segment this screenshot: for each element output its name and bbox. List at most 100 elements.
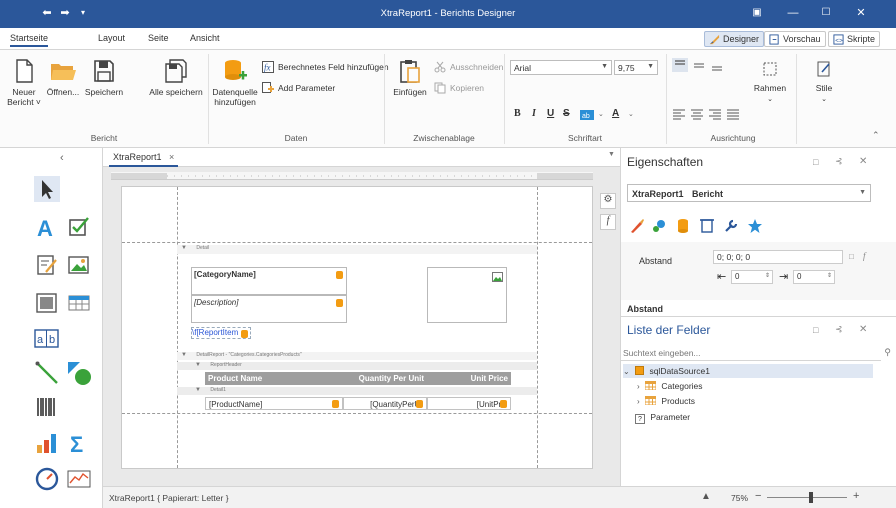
chevron-right-icon[interactable]: ›: [637, 397, 640, 406]
chevron-right-icon[interactable]: ›: [637, 382, 640, 391]
tree-node-datasource[interactable]: ⌄ sqlDataSource1: [623, 364, 873, 378]
align-justify-icon[interactable]: [726, 108, 740, 120]
settings-gear-icon[interactable]: ⚙: [600, 193, 616, 209]
collapse-ribbon-icon[interactable]: ⌃: [872, 130, 880, 141]
band-detail-report[interactable]: ▼ DetailReport - "Categories.CategoriesP…: [177, 352, 537, 360]
save-button[interactable]: Speichern: [84, 58, 124, 97]
vorschau-tab[interactable]: Vorschau: [764, 31, 826, 47]
padding-left-input[interactable]: 0 ⇕: [731, 270, 773, 284]
favorites-star-icon[interactable]: [747, 218, 763, 234]
data-database-icon[interactable]: [675, 218, 691, 234]
fieldlist-search-input[interactable]: Suchtext eingeben... ⚲: [621, 346, 891, 361]
wrench-icon[interactable]: [723, 218, 739, 234]
category-name-field[interactable]: [CategoryName]: [191, 267, 347, 295]
font-family-combo[interactable]: Arial ▼: [510, 60, 612, 75]
picture-box[interactable]: [427, 267, 507, 323]
bold-button[interactable]: B: [514, 108, 521, 119]
summary-tool-icon[interactable]: Σ: [66, 430, 92, 456]
italic-button[interactable]: I: [532, 108, 536, 119]
padding-right-input[interactable]: 0 ⇕: [793, 270, 835, 284]
table-header-cell[interactable]: Quantity Per Unit: [343, 372, 427, 385]
borders-button[interactable]: Rahmen ⌄: [752, 58, 788, 105]
close-panel-icon[interactable]: ✕: [859, 324, 867, 335]
band-report-header[interactable]: ▼ ReportHeader: [177, 362, 537, 370]
behavior-gears-icon[interactable]: [651, 218, 667, 234]
line-tool-icon[interactable]: [34, 360, 60, 386]
tree-node-products[interactable]: › Products: [637, 394, 695, 408]
styles-button[interactable]: Stile ⌄: [806, 58, 842, 105]
designer-tab[interactable]: Designer: [704, 31, 765, 47]
tab-layout[interactable]: Layout: [98, 33, 125, 43]
save-all-button[interactable]: Alle speichern: [148, 58, 204, 97]
layout-icon[interactable]: [699, 218, 715, 234]
new-report-button[interactable]: Neuer Bericht ˅: [6, 58, 42, 107]
collapse-toolbox-icon[interactable]: ‹: [60, 152, 64, 164]
float-panel-icon[interactable]: □: [813, 325, 818, 335]
font-color-button[interactable]: A: [612, 108, 619, 119]
strikethrough-button[interactable]: S: [563, 108, 570, 119]
skripte-tab[interactable]: <> Skripte: [828, 31, 881, 47]
expression-icon[interactable]: f: [863, 251, 866, 261]
table-header-cell[interactable]: Product Name: [205, 372, 343, 385]
notification-bell-icon[interactable]: ▲: [701, 491, 711, 502]
band-detail1[interactable]: ▼ Detail1: [177, 387, 537, 395]
zoom-in-button[interactable]: +: [853, 490, 859, 502]
gauge-tool-icon[interactable]: [34, 466, 60, 492]
align-middle-icon[interactable]: [692, 58, 706, 72]
object-selector[interactable]: XtraReport1 Bericht ▼: [627, 184, 871, 202]
search-icon[interactable]: ⚲: [884, 347, 891, 358]
add-parameter-button[interactable]: Add Parameter: [262, 81, 335, 95]
close-tab-icon[interactable]: ×: [169, 152, 174, 162]
abstand-input[interactable]: 0; 0; 0; 0: [713, 250, 843, 264]
underline-button[interactable]: U: [547, 108, 554, 119]
pin-panel-icon[interactable]: ⊰: [835, 324, 843, 335]
pointer-tool-icon[interactable]: [34, 176, 60, 202]
chevron-down-icon[interactable]: ⌄: [598, 110, 604, 118]
band-detail[interactable]: ▼ Detail: [177, 245, 537, 254]
report-page[interactable]: ▼ Detail [CategoryName] [Description] \f…: [121, 186, 593, 469]
reset-square-icon[interactable]: □: [849, 252, 854, 261]
chevron-down-icon[interactable]: ⌄: [628, 110, 634, 118]
add-datasource-button[interactable]: Datenquelle hinzufügen: [212, 58, 258, 107]
align-top-icon[interactable]: [672, 58, 688, 72]
appearance-brush-icon[interactable]: [629, 218, 645, 234]
table-data-cell[interactable]: [ProductName]: [205, 397, 343, 410]
character-comb-tool-icon[interactable]: ab: [34, 326, 60, 352]
highlight-color-icon[interactable]: ab: [580, 110, 594, 120]
float-panel-icon[interactable]: □: [813, 157, 818, 167]
align-bottom-icon[interactable]: [710, 58, 724, 72]
shape-tool-icon[interactable]: [66, 360, 92, 386]
align-left-icon[interactable]: [672, 108, 686, 120]
checkbox-tool-icon[interactable]: [66, 214, 92, 240]
add-calculated-field-button[interactable]: fx Berechnetes Feld hinzufügen: [262, 60, 389, 74]
picture-tool-icon[interactable]: [66, 252, 92, 278]
document-tab[interactable]: XtraReport1 ×: [109, 152, 179, 167]
chart-tool-icon[interactable]: [34, 430, 60, 456]
pin-panel-icon[interactable]: ⊰: [835, 156, 843, 167]
tree-node-categories[interactable]: › Categories: [637, 379, 703, 393]
tab-list-dropdown-icon[interactable]: ▼: [608, 151, 615, 158]
richtext-tool-icon[interactable]: [34, 252, 60, 278]
ribbon-display-icon[interactable]: ▣: [746, 5, 768, 21]
table-data-cell[interactable]: [UnitPric: [427, 397, 511, 410]
open-button[interactable]: Öffnen...: [44, 58, 82, 97]
sparkline-tool-icon[interactable]: [66, 466, 92, 492]
close-panel-icon[interactable]: ✕: [859, 156, 867, 167]
label-tool-icon[interactable]: A: [34, 214, 60, 240]
close-button[interactable]: ✕: [850, 5, 872, 21]
expression-icon[interactable]: f: [600, 214, 616, 230]
chevron-down-icon[interactable]: ⌄: [623, 367, 630, 376]
copy-button[interactable]: Kopieren: [434, 81, 484, 95]
description-field[interactable]: [Description]: [191, 295, 347, 323]
paste-button[interactable]: Einfügen: [390, 58, 430, 97]
align-center-icon[interactable]: [690, 108, 704, 120]
table-tool-icon[interactable]: [66, 290, 92, 316]
zoom-out-button[interactable]: −: [755, 490, 761, 502]
maximize-button[interactable]: ☐: [815, 5, 837, 21]
table-header-cell[interactable]: Unit Price: [427, 372, 511, 385]
font-size-combo[interactable]: 9,75 ▼: [614, 60, 658, 75]
tab-seite[interactable]: Seite: [148, 33, 169, 43]
align-right-icon[interactable]: [708, 108, 722, 120]
zoom-slider[interactable]: [767, 492, 847, 503]
table-data-cell[interactable]: [QuantityPerUr: [343, 397, 427, 410]
